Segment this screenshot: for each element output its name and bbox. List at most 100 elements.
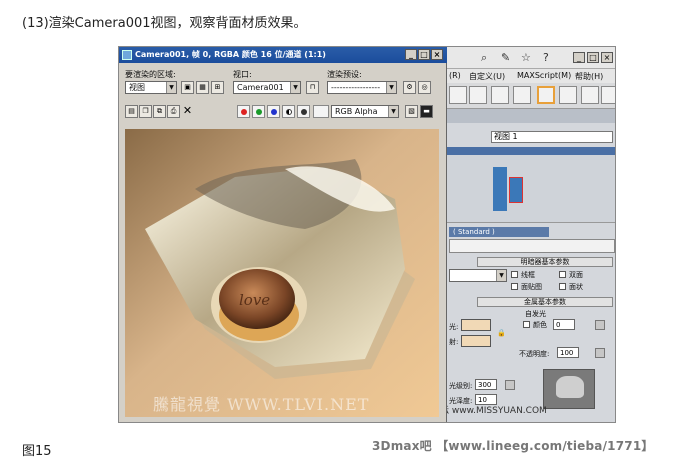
alpha-icon [286, 109, 292, 115]
blue-dot-icon [271, 109, 277, 115]
viewport-header [447, 147, 615, 155]
toggle-ui-overlay-icon[interactable]: ▧ [405, 105, 418, 118]
red-channel-button[interactable] [237, 105, 250, 118]
maximize-icon[interactable]: □ [418, 49, 430, 60]
mini-viewport[interactable] [447, 155, 615, 223]
highlight-curve [556, 376, 584, 398]
bottom-watermark: 3Dmax吧 【www.lineeg.com/tieba/1771】 [372, 439, 654, 453]
self-illum-color-label: 颜色 [533, 321, 547, 329]
lock-viewport-button[interactable]: ⊓ [306, 81, 319, 94]
star-icon[interactable]: ☆ [521, 51, 531, 64]
green-dot-icon [256, 109, 262, 115]
environment-icon[interactable]: ◎ [418, 81, 431, 94]
green-channel-button[interactable] [252, 105, 265, 118]
metal-rollout-header[interactable]: 金属基本参数 [477, 297, 613, 307]
render-window-title: Camera001, 帧 0, RGBA 颜色 16 位/通道 (1:1) [135, 50, 326, 59]
blue-channel-button[interactable] [267, 105, 280, 118]
opacity-spinner[interactable]: 100 [557, 347, 579, 358]
self-illum-color-checkbox[interactable] [523, 321, 530, 328]
tool-button[interactable] [581, 86, 599, 104]
viewport-value: Camera001 [237, 83, 284, 92]
preset-value: ----------------- [331, 83, 381, 92]
opacity-map-button[interactable] [595, 348, 605, 358]
copy-image-icon[interactable]: ❐ [139, 105, 152, 118]
screenshot: ⌕ ✎ ☆ ? _ □ × (R) 自定义(U) MAXScript(M) 帮助… [118, 46, 616, 423]
close-icon[interactable]: × [431, 49, 443, 60]
menu-item-render[interactable]: (R) [449, 71, 461, 80]
specular-map-button[interactable] [505, 380, 515, 390]
auto-region-button[interactable]: ▦ [196, 81, 209, 94]
shader-type-dropdown[interactable]: ▼ [449, 269, 507, 282]
face-map-checkbox[interactable] [511, 283, 518, 290]
minimize-icon[interactable]: _ [405, 49, 417, 60]
viewport-dropdown[interactable]: Camera001 ▼ [233, 81, 301, 94]
caption-top: (13)渲染Camera001视图，观察背面材质效果。 [22, 16, 307, 31]
tool-button[interactable] [513, 86, 531, 104]
tool-button[interactable] [491, 86, 509, 104]
area-label: 要渲染的区域: [125, 70, 176, 79]
chevron-down-icon: ▼ [388, 106, 398, 117]
save-image-icon[interactable]: ▤ [125, 105, 138, 118]
alpha-channel-button[interactable] [282, 105, 295, 118]
view-select-dropdown[interactable]: 视图 1 [491, 131, 613, 143]
channel-dropdown[interactable]: RGB Alpha ▼ [331, 105, 399, 118]
faceted-checkbox[interactable] [559, 283, 566, 290]
specular-level-label: 光级别: [449, 382, 473, 390]
clone-window-icon[interactable]: ⧉ [153, 105, 166, 118]
rendered-image: love 騰龍視覺 WWW.TLVI.NET [125, 129, 439, 417]
menu-bar: (R) 自定义(U) MAXScript(M) 帮助(H) [447, 69, 615, 83]
highlight-curve-preview [543, 369, 595, 409]
view-select-value: 视图 1 [494, 132, 518, 141]
figure-label: 图15 [22, 444, 52, 459]
faceted-label: 面状 [569, 283, 583, 291]
self-illum-map-button[interactable] [595, 320, 605, 330]
shader-rollout-header[interactable]: 明暗器基本参数 [477, 257, 613, 267]
lock-icon[interactable]: 🔒 [497, 329, 506, 337]
diffuse-color-swatch[interactable] [461, 335, 491, 347]
rendered-scene: love [125, 129, 439, 417]
mono-button[interactable] [297, 105, 310, 118]
menu-item-help[interactable]: 帮助(H) [575, 71, 603, 82]
tools-icon[interactable]: ✎ [501, 51, 510, 64]
render-window-title-bar: Camera001, 帧 0, RGBA 颜色 16 位/通道 (1:1) _ … [119, 47, 447, 63]
region-select-button[interactable]: ⊞ [211, 81, 224, 94]
chevron-down-icon: ▼ [166, 82, 176, 93]
print-icon[interactable]: ⎙ [167, 105, 180, 118]
channel-value: RGB Alpha [335, 107, 378, 116]
toggle-ui-icon[interactable]: ▬ [420, 105, 433, 118]
clear-icon[interactable]: ✕ [181, 105, 194, 118]
two-sided-checkbox[interactable] [559, 271, 566, 278]
chocolate-text: love [239, 291, 270, 309]
face-map-label: 面贴图 [521, 283, 542, 291]
close-icon[interactable]: × [601, 52, 613, 63]
tool-button[interactable] [601, 86, 615, 104]
app-icon [122, 50, 132, 60]
preset-dropdown[interactable]: ----------------- ▼ [327, 81, 397, 94]
red-dot-icon [241, 109, 247, 115]
tool-button[interactable] [469, 86, 487, 104]
render-setup-icon[interactable]: ⚙ [403, 81, 416, 94]
maximize-icon[interactable]: □ [587, 52, 599, 63]
tool-button[interactable] [559, 86, 577, 104]
help-icon[interactable]: ? [543, 51, 549, 64]
self-illum-spinner[interactable]: 0 [553, 319, 575, 330]
self-illum-label: 自发光 [525, 310, 546, 318]
menu-item-customize[interactable]: 自定义(U) [469, 71, 505, 82]
wire-label: 线框 [521, 271, 535, 279]
area-value: 视图 [129, 83, 145, 92]
area-dropdown[interactable]: 视图 ▼ [125, 81, 177, 94]
minimize-icon[interactable]: _ [573, 52, 585, 63]
binoculars-icon[interactable]: ⌕ [481, 51, 487, 65]
main-toolbar [447, 83, 615, 109]
ambient-color-swatch[interactable] [461, 319, 491, 331]
tool-button[interactable] [449, 86, 467, 104]
two-sided-label: 双面 [569, 271, 583, 279]
main-interface: ⌕ ✎ ☆ ? _ □ × (R) 自定义(U) MAXScript(M) 帮助… [447, 47, 615, 422]
swatch-button[interactable] [313, 105, 329, 118]
render-setup-button[interactable] [537, 86, 555, 104]
wire-checkbox[interactable] [511, 271, 518, 278]
material-name-field[interactable] [449, 239, 615, 253]
menu-item-maxscript[interactable]: MAXScript(M) [517, 71, 571, 80]
edit-region-button[interactable]: ▣ [181, 81, 194, 94]
specular-level-spinner[interactable]: 300 [475, 379, 497, 390]
